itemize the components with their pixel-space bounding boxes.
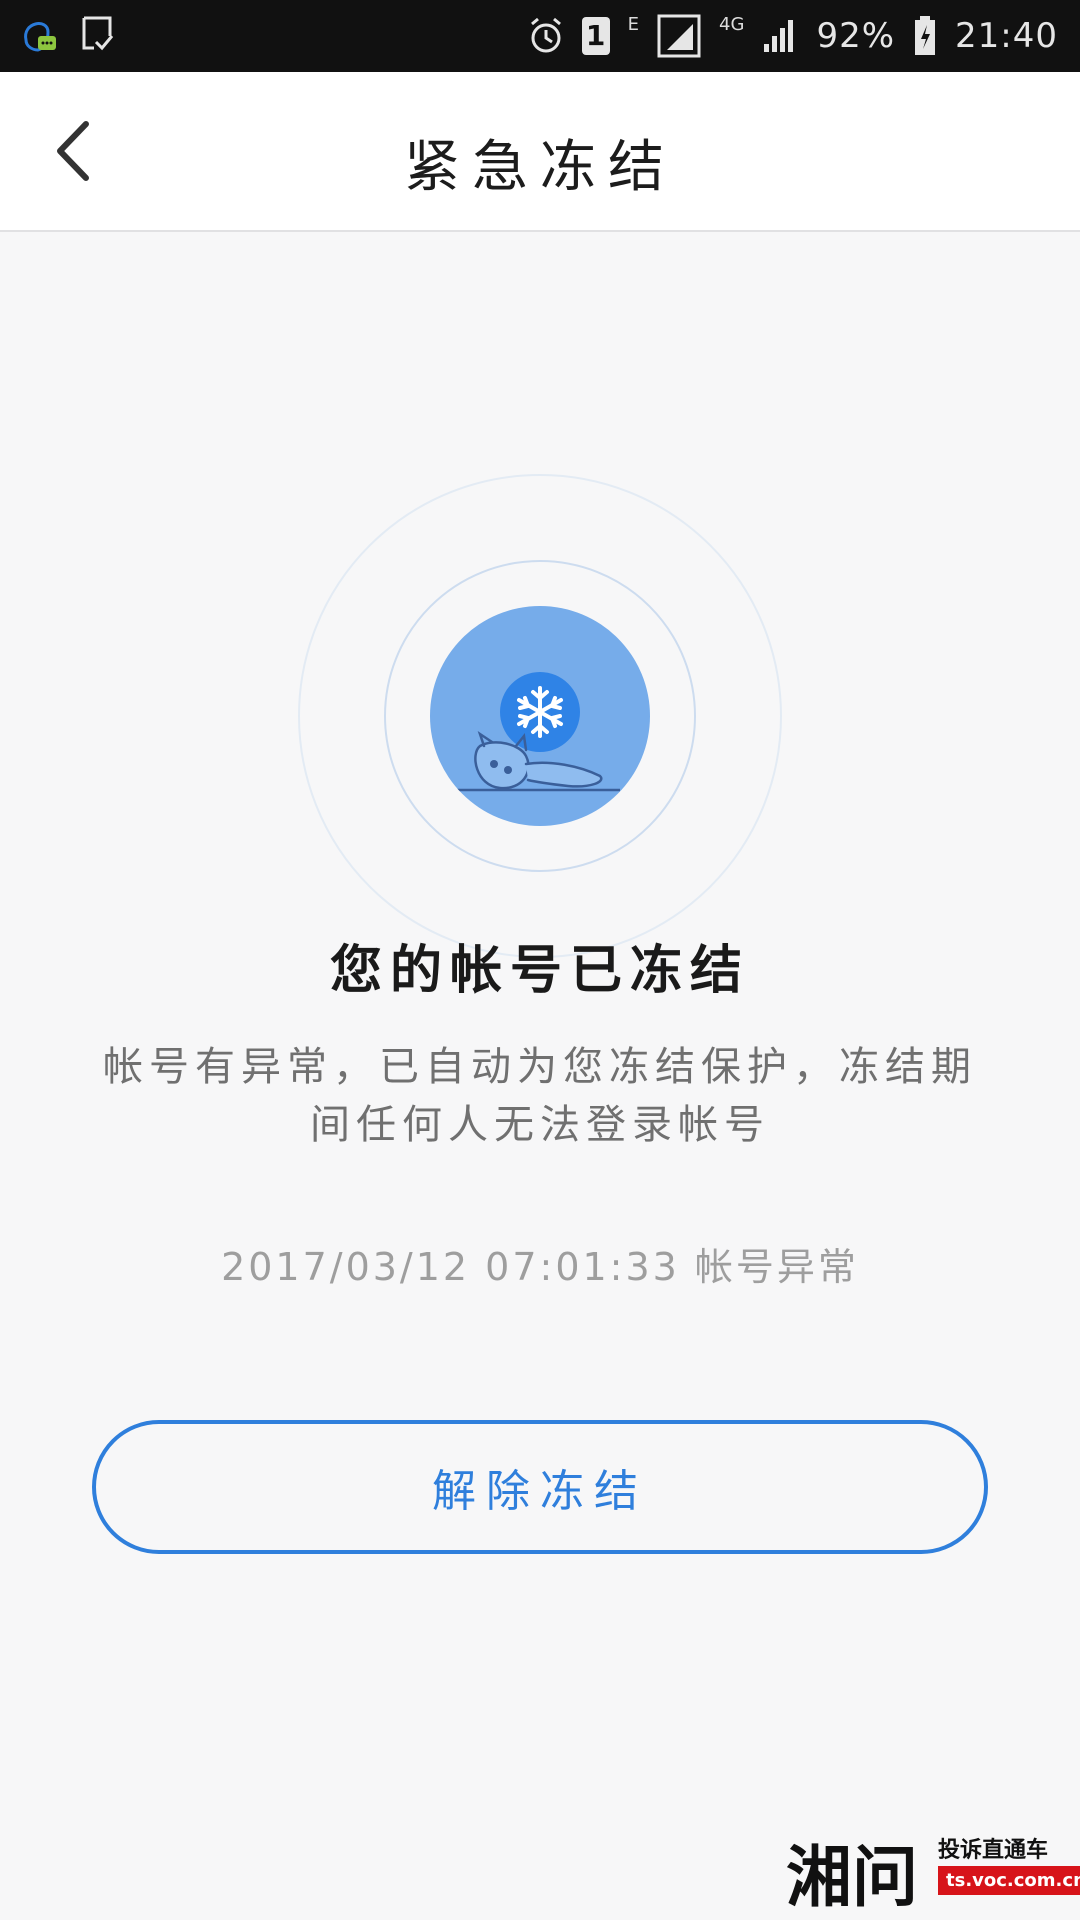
- unfreeze-button[interactable]: 解除冻结: [92, 1420, 988, 1554]
- freeze-disc: [430, 606, 650, 826]
- watermark-url: ts.voc.com.cn: [938, 1866, 1080, 1895]
- freeze-illustration: [298, 474, 782, 958]
- lte-label: 4G: [719, 14, 745, 35]
- status-bar: 1 E 4G 92% 21:40: [0, 0, 1080, 72]
- alarm-icon: [530, 17, 561, 53]
- network-type-label: E: [627, 14, 640, 35]
- app-header: 紧急冻结: [0, 72, 1080, 232]
- signal-icon: [657, 14, 701, 58]
- sleeping-mascot-icon: [450, 730, 620, 792]
- freeze-timestamp: 2017/03/12 07:01:33 帐号异常: [221, 1245, 859, 1289]
- status-bar-right: 1 E 4G 92% 21:40: [528, 0, 1058, 72]
- battery-charging-icon: [915, 16, 936, 55]
- qq-notification-icon: [24, 22, 56, 52]
- watermark-slogan: 投诉直通车: [938, 1838, 1049, 1863]
- frozen-description: 帐号有异常，已自动为您冻结保护，冻结期间任何人无法登录帐号: [103, 1044, 977, 1148]
- sim-icon: 1: [581, 17, 610, 55]
- clock: 21:40: [955, 16, 1058, 56]
- cellular-bars-icon: [764, 20, 794, 52]
- page-title: 紧急冻结: [404, 135, 676, 200]
- watermark-logo: 湘问: [786, 1838, 918, 1916]
- battery-percent: 92%: [816, 16, 896, 56]
- task-check-icon: [82, 16, 114, 51]
- frozen-status-title: 您的帐号已冻结: [329, 941, 750, 1001]
- watermark: 湘问 投诉直通车 ts.voc.com.cn: [786, 1824, 1080, 1916]
- status-bar-left: [18, 12, 116, 56]
